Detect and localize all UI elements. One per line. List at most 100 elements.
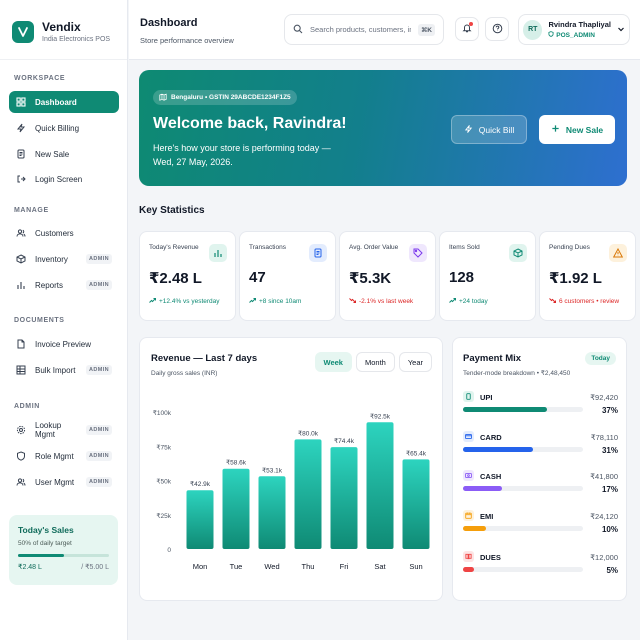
revenue-chart-card: Revenue — Last 7 days Daily gross sales …	[139, 337, 443, 601]
payment-amount: ₹24,120	[590, 512, 618, 521]
sidebar-item-bulk-import[interactable]: Bulk Import ADMIN	[9, 359, 119, 381]
payment-percent: 17%	[601, 485, 618, 494]
revenue-bar-chart: 0 ₹25k ₹50k ₹75k ₹100k ₹42.9k Mon ₹58.6k Tue ₹53.…	[153, 409, 430, 571]
sidebar: Vendix India Electronics POS WORKSPACE D…	[0, 0, 128, 640]
sidebar-item-new-sale[interactable]: New Sale	[9, 143, 119, 165]
bar-data-label: ₹92.5k	[370, 412, 391, 420]
stat-delta-text: +12.4% vs yesterday	[159, 298, 220, 305]
admin-badge: ADMIN	[85, 365, 112, 375]
brand-name: Vendix	[42, 20, 81, 34]
help-button[interactable]	[485, 17, 509, 41]
sidebar-item-label: Bulk Import	[35, 365, 76, 375]
admin-badge: ADMIN	[85, 477, 112, 487]
payment-percent: 31%	[601, 446, 618, 455]
stat-card[interactable]: Items Sold 128 +24 today	[439, 231, 536, 321]
new-sale-button[interactable]: New Sale	[539, 115, 615, 144]
todays-sales-card: Today's Sales 50% of daily target ₹2.48 …	[9, 515, 118, 585]
revenue-bar	[222, 468, 250, 549]
upi-icon	[463, 391, 474, 402]
sidebar-item-label: Customers	[35, 228, 74, 238]
warning-icon	[609, 244, 627, 262]
nav-section-manage: MANAGE	[14, 207, 49, 214]
welcome-banner: Bengaluru • GSTIN 29ABCDE1234F1Z5 Welcom…	[139, 70, 627, 186]
bar-data-label: ₹58.6k	[226, 459, 247, 467]
box-icon	[16, 254, 26, 264]
sidebar-item-role-mgmt[interactable]: Role Mgmt ADMIN	[9, 445, 119, 467]
y-tick-label: ₹50k	[156, 478, 171, 486]
payment-bar-fill	[463, 447, 534, 452]
avatar: RT	[523, 19, 543, 40]
brand-subtitle: India Electronics POS	[42, 36, 111, 43]
payment-mix-card: Payment Mix Today Tender-mode breakdown …	[452, 337, 627, 601]
revenue-bar	[402, 459, 430, 549]
sidebar-item-label: Inventory	[35, 254, 68, 264]
revenue-bar	[330, 447, 358, 549]
bar-chart-icon	[16, 280, 26, 290]
notification-dot	[469, 22, 473, 26]
nav-section-documents: DOCUMENTS	[14, 317, 65, 324]
trend-up-icon	[149, 298, 156, 305]
store-location-pill: Bengaluru • GSTIN 29ABCDE1234F1Z5	[153, 90, 297, 105]
search-input[interactable]: Search products, customers, in ⌘K	[284, 14, 444, 45]
admin-badge: ADMIN	[85, 451, 112, 461]
trend-up-icon	[249, 298, 256, 305]
sidebar-item-label: Role Mgmt	[35, 451, 74, 461]
payment-row-emi: EMI ₹24,120 10%	[463, 510, 618, 546]
payment-name: CASH	[480, 472, 502, 481]
payment-bar-fill	[463, 526, 486, 531]
card-icon	[463, 431, 474, 442]
sidebar-item-label: Login Screen	[35, 174, 83, 184]
key-statistics-heading: Key Statistics	[139, 205, 205, 216]
sidebar-item-quick-billing[interactable]: Quick Billing	[9, 117, 119, 139]
nav-section-admin: ADMIN	[14, 403, 40, 410]
trend-down-icon	[549, 298, 556, 305]
notifications-button[interactable]	[455, 17, 479, 41]
bar-data-label: ₹65.4k	[406, 449, 427, 457]
gear-icon	[16, 425, 26, 435]
sidebar-item-label: New Sale	[35, 149, 70, 159]
y-tick-label: ₹100k	[153, 409, 172, 417]
welcome-subtitle: Here's how your store is performing toda…	[153, 143, 331, 167]
chevron-down-icon	[617, 25, 625, 35]
payment-amount: ₹92,420	[590, 393, 618, 402]
sidebar-item-label: Reports	[35, 280, 64, 290]
payment-percent: 5%	[606, 566, 618, 575]
search-placeholder: Search products, customers, in	[310, 25, 412, 34]
payment-bar	[463, 407, 583, 412]
stat-card[interactable]: Transactions 47 +8 since 10am	[239, 231, 336, 321]
today-badge: Today	[585, 352, 616, 365]
sales-progress-bar	[18, 554, 109, 557]
x-tick-label: Tue	[230, 562, 243, 571]
sidebar-item-login-screen[interactable]: Login Screen	[9, 168, 119, 190]
sidebar-item-user-mgmt[interactable]: User Mgmt ADMIN	[9, 471, 119, 493]
sales-current: ₹2.48 L	[18, 564, 42, 571]
sidebar-item-label: User Mgmt	[35, 477, 75, 487]
top-header: Dashboard Store performance overview Sea…	[129, 0, 640, 60]
new-sale-label: New Sale	[565, 124, 604, 135]
search-shortcut: ⌘K	[418, 23, 435, 36]
shield-icon	[16, 451, 26, 461]
sidebar-item-dashboard[interactable]: Dashboard	[9, 91, 119, 113]
stat-card[interactable]: Today's Revenue ₹2.48 L +12.4% vs yesterda…	[139, 231, 236, 321]
user-menu[interactable]: RT Rvindra Thapliyal POS_ADMIN	[518, 14, 630, 45]
brand[interactable]: Vendix India Electronics POS	[0, 0, 127, 60]
x-tick-label: Sat	[374, 562, 386, 571]
bar-chart-icon	[209, 244, 227, 262]
payment-name: DUES	[480, 553, 501, 562]
payment-row-upi: UPI ₹92,420 37%	[463, 391, 618, 427]
quick-bill-button[interactable]: Quick Bill	[451, 115, 527, 144]
stat-card[interactable]: Pending Dues ₹1.92 L6 customers • review	[539, 231, 636, 321]
box-icon	[509, 244, 527, 262]
sidebar-item-reports[interactable]: Reports ADMIN	[9, 274, 119, 296]
nav-section-workspace: WORKSPACE	[14, 75, 66, 82]
revenue-bar	[186, 490, 214, 549]
stat-card[interactable]: Avg. Order Value ₹5.3K -2.1% vs last week	[339, 231, 436, 321]
sidebar-item-customers[interactable]: Customers	[9, 222, 119, 244]
sidebar-item-inventory[interactable]: Inventory ADMIN	[9, 248, 119, 270]
receipt-icon	[16, 149, 26, 159]
stat-delta: -2.1% vs last week	[349, 298, 413, 305]
bolt-icon	[464, 124, 473, 136]
sidebar-item-lookup-mgmt[interactable]: Lookup Mgmt ADMIN	[9, 419, 119, 441]
stat-value: 47	[249, 269, 266, 286]
sidebar-item-invoice-preview[interactable]: Invoice Preview	[9, 333, 119, 355]
